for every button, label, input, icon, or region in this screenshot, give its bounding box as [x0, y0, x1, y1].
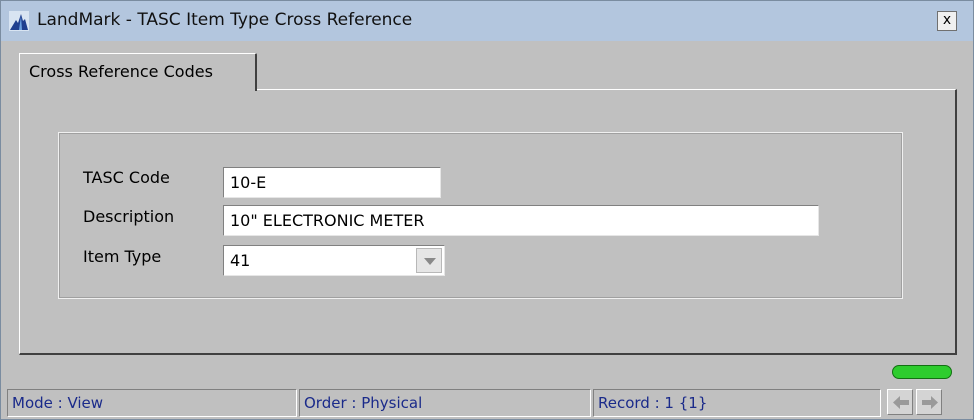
status-order: Order : Physical [299, 389, 591, 417]
tab-cross-reference-codes[interactable]: Cross Reference Codes [19, 53, 257, 91]
status-record: Record : 1 {1} [593, 389, 881, 417]
close-icon: x [942, 12, 952, 28]
next-record-button[interactable] [916, 389, 942, 415]
item-type-select[interactable]: 41 [223, 245, 445, 276]
arrow-right-icon [922, 396, 938, 409]
status-mode: Mode : View [7, 389, 297, 417]
window-title: LandMark - TASC Item Type Cross Referenc… [37, 10, 413, 30]
description-label: Description [83, 207, 175, 226]
close-button[interactable]: x [937, 11, 957, 31]
title-bar[interactable]: LandMark - TASC Item Type Cross Referenc… [1, 1, 973, 41]
status-bar: Mode : View Order : Physical Record : 1 … [1, 386, 973, 419]
item-type-value: 41 [230, 251, 251, 270]
status-indicator-icon [892, 365, 952, 379]
previous-record-button[interactable] [887, 389, 913, 415]
app-window: LandMark - TASC Item Type Cross Referenc… [0, 0, 974, 420]
arrow-left-icon [893, 396, 909, 409]
chevron-down-icon [424, 258, 436, 265]
tasc-code-input[interactable]: 10-E [223, 167, 441, 198]
tab-label: Cross Reference Codes [29, 62, 213, 81]
landmark-app-icon [9, 11, 29, 31]
tasc-code-label: TASC Code [83, 168, 170, 187]
dropdown-button[interactable] [416, 248, 442, 273]
item-type-label: Item Type [83, 247, 162, 266]
description-input[interactable]: 10" ELECTRONIC METER [223, 205, 819, 236]
